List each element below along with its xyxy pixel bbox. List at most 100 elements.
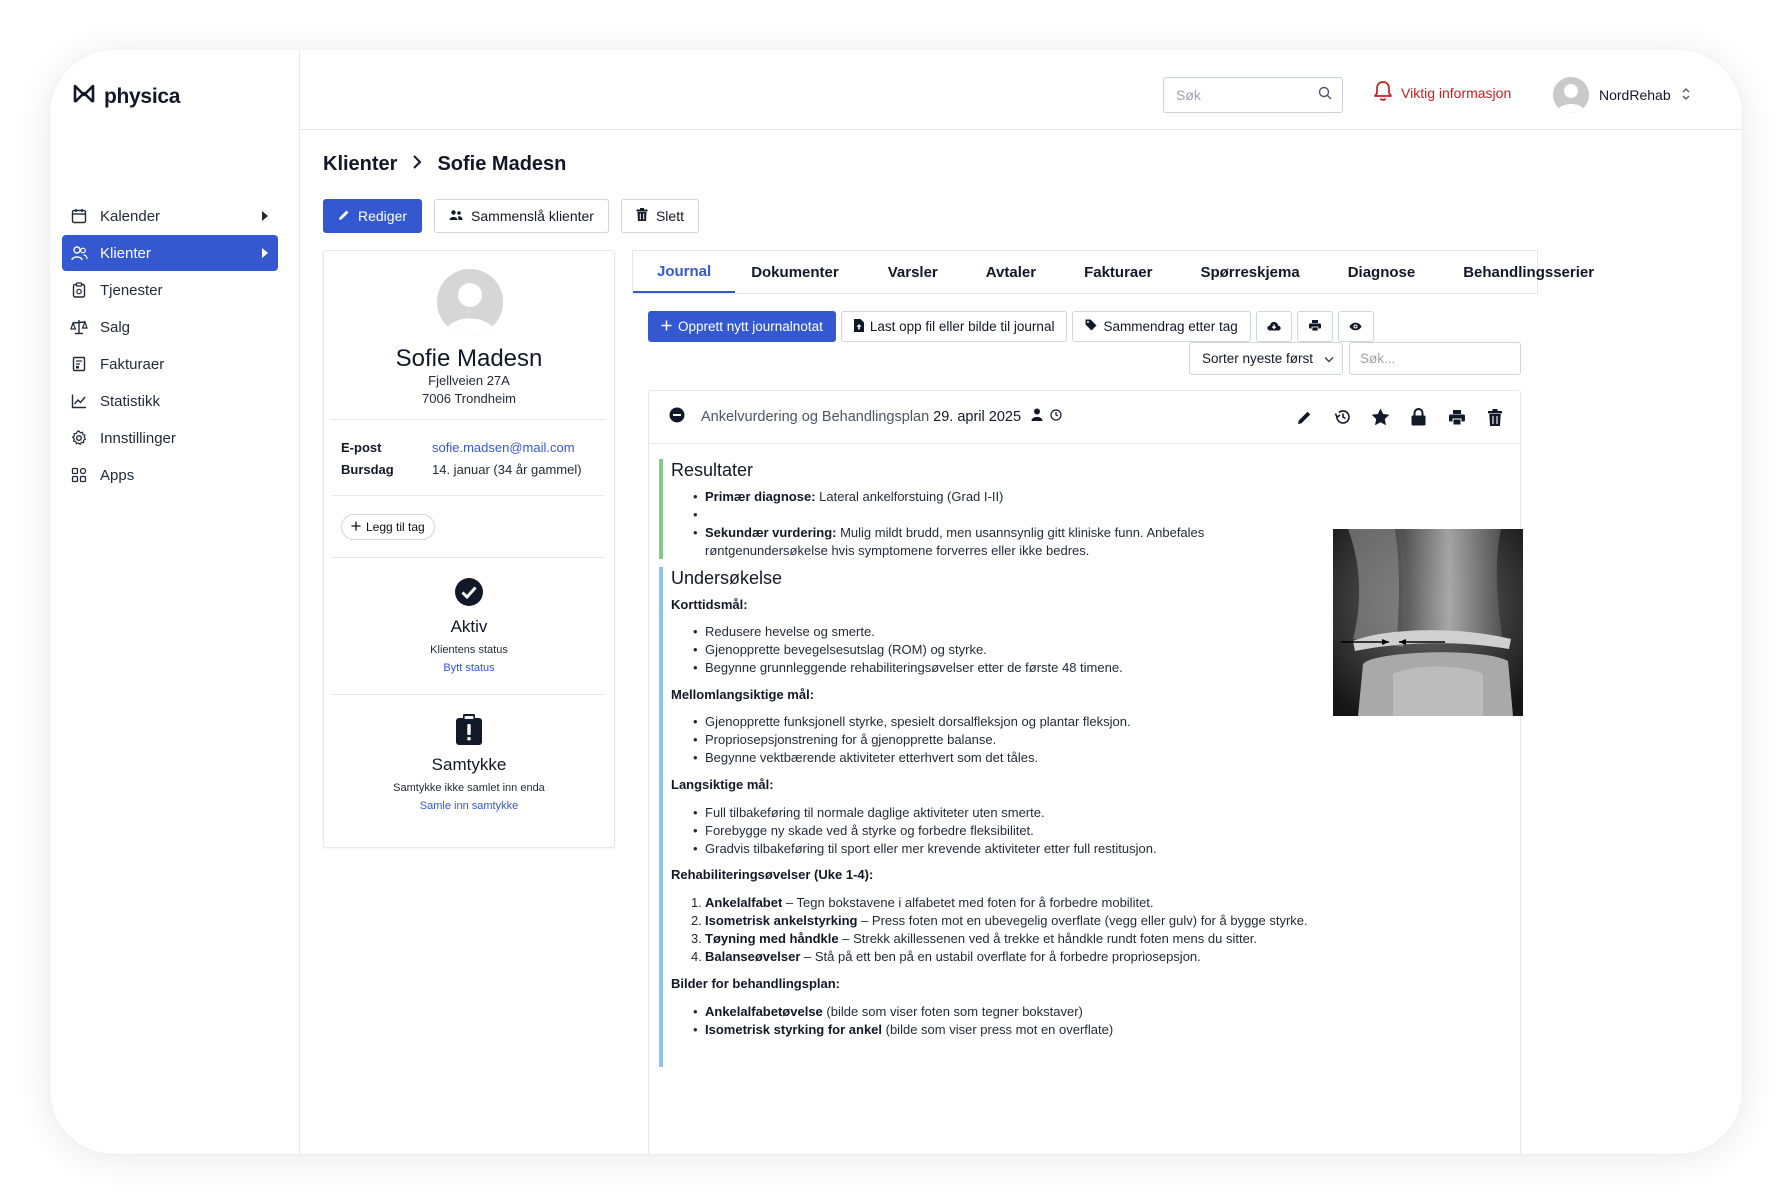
sidebar-item-fakturaer[interactable]: Fakturaer xyxy=(62,346,278,382)
gear-icon xyxy=(70,429,88,447)
physica-logo-icon xyxy=(72,82,96,111)
collect-consent-link[interactable]: Samle inn samtykke xyxy=(324,800,614,812)
tab-diagnose[interactable]: Diagnose xyxy=(1300,251,1416,293)
delete-note-icon[interactable] xyxy=(1485,408,1504,426)
eye-icon xyxy=(1349,319,1362,334)
tab-journal[interactable]: Journal xyxy=(633,251,736,293)
chevron-updown-icon xyxy=(1681,87,1691,104)
image-text: (bilde som viser foten som tegner boksta… xyxy=(822,1004,1083,1019)
users-icon xyxy=(70,244,88,262)
user-name: NordRehab xyxy=(1599,87,1671,103)
list-item: 4. Balanseøvelser – Stå på ett ben på en … xyxy=(691,948,1355,966)
consent-subtitle: Samtykke ikke samlet inn enda xyxy=(393,782,545,794)
new-journal-note-button[interactable]: Opprett nytt journalnotat xyxy=(648,311,836,342)
sidebar-item-klienter[interactable]: Klienter xyxy=(62,235,278,271)
sidebar-item-salg[interactable]: Salg xyxy=(62,309,278,345)
add-tag-button[interactable]: Legg til tag xyxy=(341,514,435,540)
result-label: Primær diagnose: xyxy=(705,489,816,504)
consent-clipboard-icon xyxy=(324,714,614,750)
image-name: Isometrisk styrking for ankel xyxy=(705,1022,883,1037)
list-item: Ankelalfabetøvelse (bilde som viser fote… xyxy=(693,1003,1285,1021)
cloud-download-button[interactable] xyxy=(1255,311,1292,342)
sidebar-item-label: Apps xyxy=(100,466,135,484)
sort-select[interactable]: Sorter nyeste først xyxy=(1189,342,1343,375)
calendar-icon xyxy=(70,207,88,225)
sidebar-item-label: Statistikk xyxy=(100,392,161,410)
exam-section-bar xyxy=(659,567,663,1067)
plus-icon xyxy=(661,319,672,334)
invoice-icon xyxy=(70,355,88,373)
list-item: Gjenopprette funksjonell styrke, spesiel… xyxy=(693,713,1285,731)
upload-label: Last opp fil eller bilde til journal xyxy=(869,319,1055,334)
clock-icon xyxy=(1050,408,1062,426)
history-icon[interactable] xyxy=(1333,409,1352,425)
summary-by-tag-button[interactable]: Sammendrag etter tag xyxy=(1072,311,1251,342)
global-search[interactable] xyxy=(1163,77,1343,113)
list-item: Begynne grunnleggende rehabiliteringsøve… xyxy=(693,659,1285,677)
tab-avtaler[interactable]: Avtaler xyxy=(938,251,1036,293)
tab-behandlingsserier[interactable]: Behandlingsserier xyxy=(1415,251,1594,293)
sidebar-item-innstillinger[interactable]: Innstillinger xyxy=(62,420,278,456)
list-item: Propriosepsjonstrening for å gjenopprett… xyxy=(693,731,1285,749)
search-icon xyxy=(1318,86,1332,105)
list-item: Gjenopprette bevegelsesutslag (ROM) og s… xyxy=(693,641,1285,659)
tag-icon xyxy=(1085,319,1097,334)
note-title: Ankelvurdering og Behandlingsplan xyxy=(701,409,930,425)
print-journal-button[interactable] xyxy=(1296,311,1333,342)
apps-grid-icon xyxy=(70,466,88,484)
file-upload-icon xyxy=(853,318,864,335)
sidebar-item-label: Kalender xyxy=(100,207,161,225)
chevron-down-icon xyxy=(1324,351,1334,366)
tab-sporreskjema[interactable]: Spørreskjema xyxy=(1152,251,1299,293)
sidebar-item-tjenester[interactable]: Tjenester xyxy=(62,272,278,308)
sidebar-item-statistikk[interactable]: Statistikk xyxy=(62,383,278,419)
print-note-icon[interactable] xyxy=(1447,409,1466,425)
important-info-label: Viktig informasjon xyxy=(1401,84,1512,101)
list-number: 1. xyxy=(691,895,702,910)
search-input[interactable] xyxy=(1176,87,1318,103)
delete-label: Slett xyxy=(655,208,684,224)
upload-file-button[interactable]: Last opp fil eller bilde til journal xyxy=(840,311,1068,342)
results-heading: Resultater xyxy=(671,460,754,480)
delete-button[interactable]: Slett xyxy=(620,199,699,233)
tab-dokumenter[interactable]: Dokumenter xyxy=(735,251,839,293)
chart-line-icon xyxy=(70,392,88,410)
important-info-link[interactable]: Viktig informasjon xyxy=(1373,80,1511,105)
app-window: physica Kalender Klienter Tjenester Salg xyxy=(50,50,1742,1154)
cloud-download-icon xyxy=(1267,319,1281,334)
sidebar-item-label: Klienter xyxy=(100,244,151,262)
long-term-heading: Langsiktige mål: xyxy=(671,777,774,792)
sidebar-item-kalender[interactable]: Kalender xyxy=(62,198,278,234)
list-item: Forebygge ny skade ved å styrke og forbe… xyxy=(693,822,1285,840)
list-item: Sekundær vurdering: Mulig mildt brudd, m… xyxy=(693,524,1285,560)
breadcrumb-parent[interactable]: Klienter xyxy=(323,153,397,176)
client-email-link[interactable]: sofie.madsen@mail.com xyxy=(432,440,575,455)
breadcrumb-current: Sofie Madesn xyxy=(437,153,567,175)
xray-image[interactable] xyxy=(1333,529,1523,716)
rehab-heading: Rehabiliteringsøvelser (Uke 1-4): xyxy=(671,867,874,882)
new-note-label: Opprett nytt journalnotat xyxy=(678,319,823,334)
status-check-icon xyxy=(324,577,614,612)
preview-button[interactable] xyxy=(1337,311,1374,342)
star-icon[interactable] xyxy=(1371,408,1390,426)
sidebar-item-apps[interactable]: Apps xyxy=(62,457,278,493)
images-heading: Bilder for behandlingsplan: xyxy=(671,976,841,991)
sidebar-item-label: Salg xyxy=(100,318,131,336)
edit-note-icon[interactable] xyxy=(1295,410,1314,425)
user-menu[interactable]: NordRehab xyxy=(1553,77,1691,113)
journal-search-input[interactable] xyxy=(1360,351,1510,366)
list-item: Full tilbakeføring til normale daglige a… xyxy=(693,804,1285,822)
change-status-link[interactable]: Bytt status xyxy=(324,662,614,674)
lock-icon[interactable] xyxy=(1409,408,1428,426)
client-avatar xyxy=(437,269,503,335)
email-label: E-post xyxy=(341,440,382,455)
merge-clients-button[interactable]: Sammenslå klienter xyxy=(434,199,609,233)
journal-search[interactable] xyxy=(1349,342,1521,375)
tab-varsler[interactable]: Varsler xyxy=(839,251,938,293)
list-item: 2. Isometrisk ankelstyrking – Press foten… xyxy=(691,912,1355,930)
collapse-icon[interactable] xyxy=(669,407,685,428)
tab-fakturaer[interactable]: Fakturaer xyxy=(1036,251,1152,293)
edit-button[interactable]: Rediger xyxy=(323,199,423,233)
logo[interactable]: physica xyxy=(72,82,180,111)
short-term-heading: Korttidsmål: xyxy=(671,597,748,612)
